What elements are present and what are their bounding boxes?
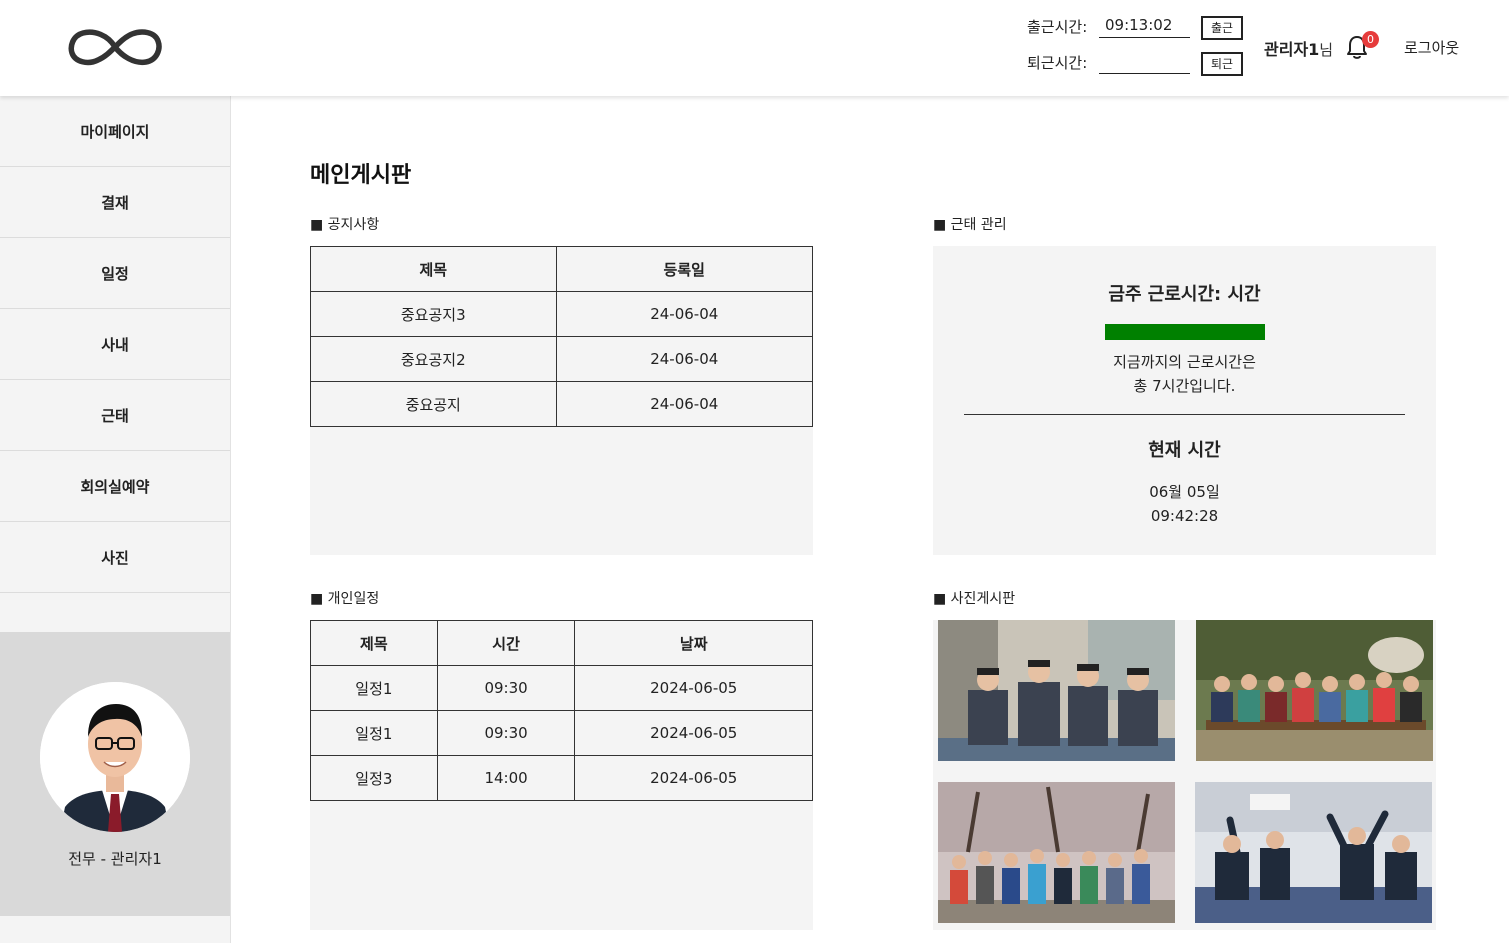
notice-panel: 제목 등록일 중요공지3 24-06-04 중요공지2 24-06-04 중요공… bbox=[310, 246, 813, 555]
current-time-title: 현재 시간 bbox=[1148, 440, 1221, 461]
schedule-date-cell: 2024-06-05 bbox=[574, 755, 813, 801]
checkout-label: 퇴근시간: bbox=[1027, 54, 1088, 72]
notice-date-cell: 24-06-04 bbox=[555, 336, 813, 382]
avatar bbox=[40, 682, 190, 832]
photo-thumbnail[interactable] bbox=[1195, 782, 1432, 923]
profile-card: 전무 - 관리자1 bbox=[0, 632, 230, 916]
schedule-title-cell[interactable]: 일정3 bbox=[310, 755, 438, 801]
logout-link[interactable]: 로그아웃 bbox=[1404, 37, 1459, 58]
schedule-time-cell: 09:30 bbox=[436, 710, 576, 756]
photo-thumbnail[interactable] bbox=[1196, 620, 1433, 761]
notice-header-row: 제목 등록일 bbox=[310, 246, 813, 292]
current-date-value: 06월 05일 bbox=[1149, 483, 1220, 501]
schedule-col-date: 날짜 bbox=[574, 620, 813, 666]
worked-line-1: 지금까지의 근로시간은 bbox=[1113, 353, 1256, 371]
page-title: 메인게시판 bbox=[310, 163, 412, 188]
photo-thumbnail[interactable] bbox=[938, 782, 1175, 923]
notice-title-cell[interactable]: 중요공지2 bbox=[310, 336, 557, 382]
table-row[interactable]: 중요공지2 24-06-04 bbox=[310, 336, 813, 382]
sidebar-item-photos[interactable]: 사진 bbox=[0, 522, 230, 593]
schedule-table: 제목 시간 날짜 일정1 09:30 2024-06-05 일정1 09:30 … bbox=[310, 620, 813, 801]
table-row[interactable]: 일정1 09:30 2024-06-05 bbox=[310, 665, 813, 711]
table-row[interactable]: 일정3 14:00 2024-06-05 bbox=[310, 755, 813, 801]
checkout-button[interactable]: 퇴근 bbox=[1201, 52, 1243, 76]
attendance-section-label: ■ 근태 관리 bbox=[933, 217, 1007, 233]
schedule-time-cell: 09:30 bbox=[436, 665, 576, 711]
schedule-section-label: ■ 개인일정 bbox=[310, 591, 380, 607]
photo-thumbnail[interactable] bbox=[938, 620, 1175, 761]
sidebar-item-mypage[interactable]: 마이페이지 bbox=[0, 96, 230, 167]
user-name: 관리자1 bbox=[1264, 40, 1320, 59]
checkin-label: 출근시간: bbox=[1027, 18, 1088, 36]
schedule-panel: 제목 시간 날짜 일정1 09:30 2024-06-05 일정1 09:30 … bbox=[310, 620, 813, 930]
sidebar-item-attendance[interactable]: 근태 bbox=[0, 380, 230, 451]
table-row[interactable]: 중요공지3 24-06-04 bbox=[310, 291, 813, 337]
worked-line-2: 총 7시간입니다. bbox=[1133, 377, 1236, 395]
notice-col-date: 등록일 bbox=[555, 246, 813, 292]
notice-date-cell: 24-06-04 bbox=[555, 381, 813, 427]
infinity-logo[interactable] bbox=[68, 27, 162, 67]
profile-name: 전무 - 관리자1 bbox=[68, 850, 162, 868]
sidebar-item-meeting-room[interactable]: 회의실예약 bbox=[0, 451, 230, 522]
schedule-time-cell: 14:00 bbox=[436, 755, 576, 801]
checkout-time bbox=[1099, 52, 1190, 74]
attendance-panel: 금주 근로시간: 시간 지금까지의 근로시간은 총 7시간입니다. 현재 시간 … bbox=[933, 246, 1436, 555]
schedule-date-cell: 2024-06-05 bbox=[574, 710, 813, 756]
divider bbox=[964, 414, 1405, 415]
notice-col-title: 제목 bbox=[310, 246, 557, 292]
table-row[interactable]: 중요공지 24-06-04 bbox=[310, 381, 813, 427]
current-clock-value: 09:42:28 bbox=[1150, 507, 1219, 525]
notification-badge: 0 bbox=[1362, 31, 1379, 48]
sidebar-item-schedule[interactable]: 일정 bbox=[0, 238, 230, 309]
current-time: 06월 05일 09:42:28 bbox=[933, 480, 1436, 528]
notice-section-label: ■ 공지사항 bbox=[310, 217, 380, 233]
photo-section-label: ■ 사진게시판 bbox=[933, 591, 1016, 607]
schedule-col-time: 시간 bbox=[436, 620, 576, 666]
schedule-title-cell[interactable]: 일정1 bbox=[310, 665, 438, 711]
notice-table: 제목 등록일 중요공지3 24-06-04 중요공지2 24-06-04 중요공… bbox=[310, 246, 813, 427]
checkin-button[interactable]: 출근 bbox=[1201, 16, 1243, 40]
sidebar: 마이페이지 결재 일정 사내 근태 회의실예약 사진 전무 - 관리자1 bbox=[0, 96, 231, 943]
work-progress-bar bbox=[1105, 324, 1265, 340]
table-row[interactable]: 일정1 09:30 2024-06-05 bbox=[310, 710, 813, 756]
sidebar-item-approval[interactable]: 결재 bbox=[0, 167, 230, 238]
work-progress-fill bbox=[1105, 324, 1265, 340]
photo-board bbox=[933, 620, 1436, 930]
header: 출근시간: 09:13:02 출근 퇴근시간: 퇴근 관리자1님 0 로그아웃 bbox=[0, 0, 1509, 96]
schedule-title-cell[interactable]: 일정1 bbox=[310, 710, 438, 756]
user-greeting: 관리자1님 bbox=[1264, 36, 1333, 60]
checkin-time: 09:13:02 bbox=[1099, 16, 1190, 38]
weekly-hours-title: 금주 근로시간: 시간 bbox=[1108, 284, 1261, 305]
schedule-header-row: 제목 시간 날짜 bbox=[310, 620, 813, 666]
notice-date-cell: 24-06-04 bbox=[555, 291, 813, 337]
notice-title-cell[interactable]: 중요공지 bbox=[310, 381, 557, 427]
schedule-date-cell: 2024-06-05 bbox=[574, 665, 813, 711]
notice-title-cell[interactable]: 중요공지3 bbox=[310, 291, 557, 337]
user-suffix: 님 bbox=[1319, 41, 1334, 59]
avatar-portrait bbox=[40, 682, 190, 832]
schedule-col-title: 제목 bbox=[310, 620, 438, 666]
worked-hours-text: 지금까지의 근로시간은 총 7시간입니다. bbox=[933, 350, 1436, 398]
sidebar-item-company[interactable]: 사내 bbox=[0, 309, 230, 380]
